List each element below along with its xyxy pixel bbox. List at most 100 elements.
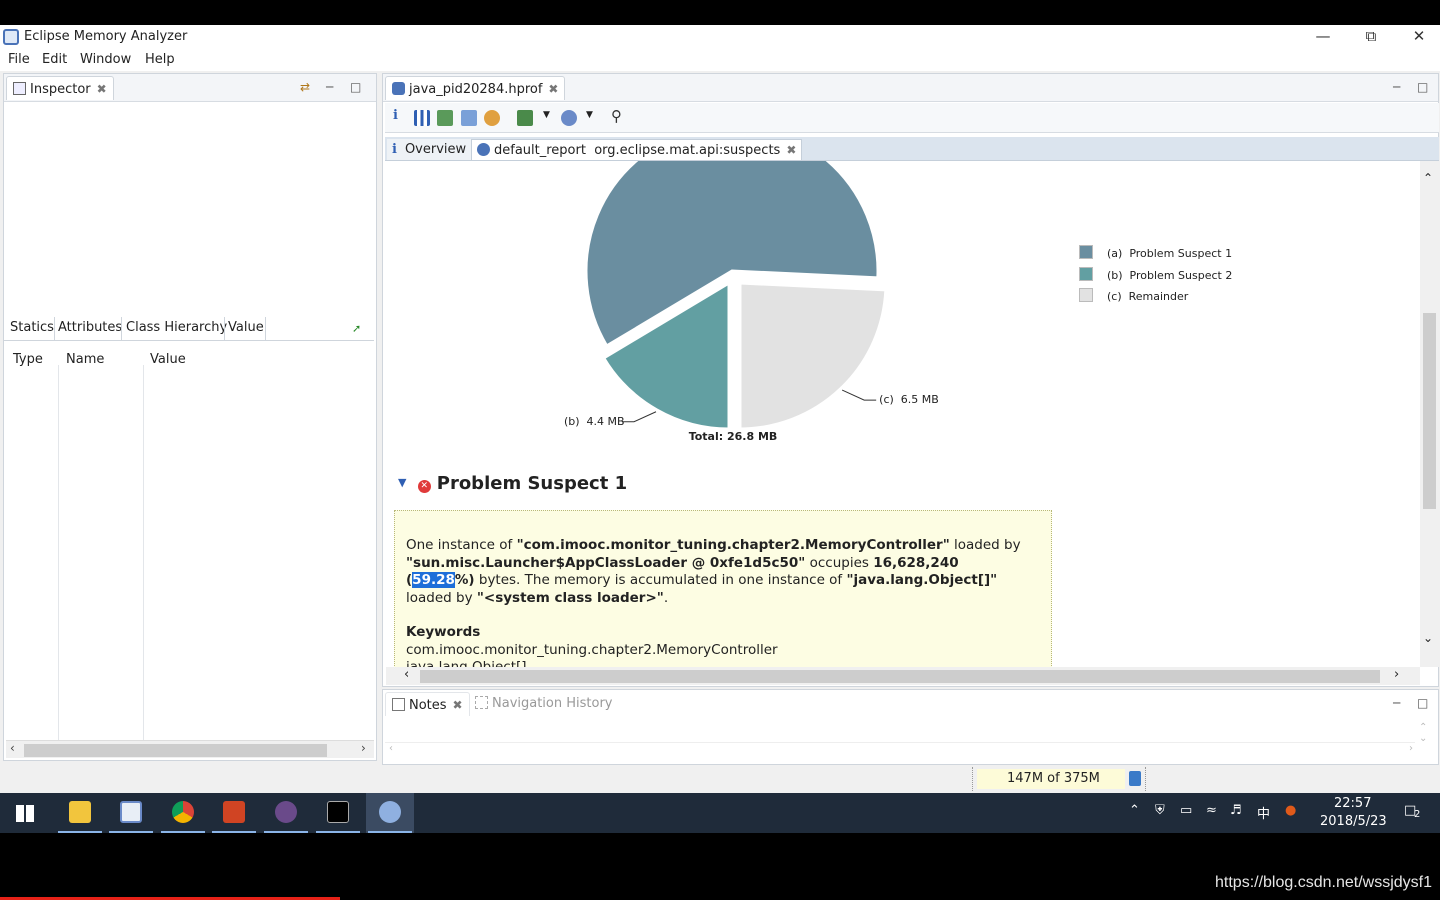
thread-overview-icon[interactable]: [484, 110, 500, 126]
histogram-icon[interactable]: [414, 110, 430, 126]
chevron-down-icon[interactable]: ▼: [543, 110, 550, 120]
search-icon[interactable]: ⚲: [611, 107, 622, 125]
link-icon[interactable]: ⇄: [300, 80, 310, 94]
notes-tab[interactable]: Notes ✖: [385, 692, 470, 716]
scroll-down-icon[interactable]: ⌄: [1423, 631, 1433, 645]
oql-icon[interactable]: [461, 110, 477, 126]
taskbar-terminal[interactable]: [314, 793, 362, 833]
taskbar-file-explorer[interactable]: [56, 793, 104, 833]
maximize-icon[interactable]: □: [1417, 696, 1428, 710]
clock-date[interactable]: 2018/5/23: [1320, 814, 1387, 829]
taskbar-eclipse[interactable]: [262, 793, 310, 833]
column-type[interactable]: Type: [13, 352, 43, 367]
scroll-up-icon[interactable]: ⌃: [1423, 171, 1433, 185]
start-windows-icon[interactable]: [16, 805, 34, 822]
tab-value[interactable]: Value: [228, 320, 264, 335]
report-hscrollbar[interactable]: ‹ ›: [386, 667, 1420, 685]
dominator-tree-icon[interactable]: [437, 110, 453, 126]
clock-time[interactable]: 22:57: [1334, 796, 1371, 811]
pin-icon[interactable]: ➚: [352, 322, 361, 335]
ime-indicator[interactable]: 中: [1257, 803, 1270, 822]
notes-hscrollbar[interactable]: ‹ ›: [385, 742, 1415, 756]
inspector-hscrollbar[interactable]: ‹ ›: [6, 740, 374, 758]
query-browser-icon[interactable]: [561, 110, 577, 126]
editor-tab-label: java_pid20284.hprof: [409, 82, 543, 97]
inspector-tab[interactable]: Inspector ✖: [6, 76, 114, 100]
hprof-editor-tab[interactable]: java_pid20284.hprof ✖: [385, 76, 566, 101]
taskbar-memory-analyzer[interactable]: [366, 793, 414, 833]
report-vscrollbar[interactable]: ⌃ ⌄: [1420, 161, 1439, 667]
tab-attributes[interactable]: Attributes: [58, 320, 122, 335]
suspect-loader[interactable]: "sun.misc.Launcher$AppClassLoader @ 0xfe…: [406, 555, 805, 571]
desc-text: loaded by: [949, 537, 1021, 553]
sogou-icon[interactable]: ●: [1285, 803, 1296, 818]
inspector-tab-label: Inspector: [30, 82, 91, 97]
menu-edit[interactable]: Edit: [42, 52, 67, 67]
scroll-thumb[interactable]: [420, 670, 1380, 683]
chart-legend: (a) Problem Suspect 1 (b) Problem Suspect…: [1079, 245, 1279, 325]
powerpoint-icon: [223, 801, 245, 823]
memory-analyzer-icon: [379, 801, 401, 823]
inspector-icon: [13, 82, 26, 95]
close-icon[interactable]: ✖: [786, 140, 796, 161]
wifi-icon[interactable]: ≈: [1206, 803, 1217, 818]
trash-icon[interactable]: [1129, 771, 1141, 786]
leader-line: [841, 389, 877, 401]
taskbar-chrome[interactable]: [159, 793, 207, 833]
inspector-tab-header: Inspector ✖ ⇄ ─ □: [4, 74, 376, 102]
shield-icon[interactable]: ⛨: [1155, 803, 1165, 818]
close-icon[interactable]: ✖: [453, 693, 463, 717]
run-report-icon[interactable]: [517, 110, 533, 126]
suspect-object[interactable]: "java.lang.Object[]": [846, 572, 997, 588]
system-loader: "<system class loader>": [476, 589, 664, 606]
column-name[interactable]: Name: [66, 352, 104, 367]
menu-file[interactable]: File: [8, 52, 30, 67]
minimize-icon[interactable]: ─: [1393, 80, 1400, 94]
info-icon[interactable]: i: [393, 108, 398, 123]
menu-window[interactable]: Window: [80, 52, 131, 67]
legend-label: (b) Problem Suspect 2: [1107, 268, 1233, 282]
maximize-icon[interactable]: □: [1417, 80, 1428, 94]
window-title: Eclipse Memory Analyzer: [24, 29, 188, 44]
close-icon[interactable]: ✖: [548, 77, 558, 101]
suspect-class[interactable]: "com.imooc.monitor_tuning.chapter2.Memor…: [517, 537, 950, 553]
suspect-description-box: One instance of "com.imooc.monitor_tunin…: [394, 510, 1052, 667]
minimize-icon[interactable]: ─: [1393, 696, 1400, 710]
scroll-left-icon[interactable]: ‹: [404, 667, 409, 682]
heap-status[interactable]: 147M of 375M: [972, 767, 1146, 791]
scroll-thumb[interactable]: [24, 744, 327, 757]
minimize-window-button[interactable]: —: [1300, 25, 1346, 49]
taskbar-notepad[interactable]: [107, 793, 155, 833]
close-icon[interactable]: ✖: [97, 77, 107, 101]
scroll-right-icon[interactable]: ›: [1394, 667, 1399, 682]
battery-icon[interactable]: ▭: [1180, 803, 1192, 818]
editor-subtabs: i Overview default_report org.eclipse.mat…: [385, 137, 1439, 161]
restore-window-button[interactable]: ⧉: [1348, 25, 1394, 49]
app-icon: [3, 29, 19, 45]
watermark: https://blog.csdn.net/wssjdysf1: [1215, 874, 1432, 891]
close-window-button[interactable]: ✕: [1396, 25, 1440, 49]
tab-class-hierarchy[interactable]: Class Hierarchy: [126, 320, 227, 335]
menu-help[interactable]: Help: [145, 52, 175, 67]
minimize-icon[interactable]: ─: [326, 80, 333, 94]
desc-text: occupies: [805, 554, 874, 571]
notes-vscrollbar[interactable]: ⌃ ⌄: [1419, 722, 1437, 744]
suspect-heading: ▼ ✕ Problem Suspect 1: [398, 473, 627, 494]
history-icon: [475, 696, 488, 709]
tab-default-report[interactable]: default_report org.eclipse.mat.api:suspe…: [471, 139, 803, 161]
tab-statics[interactable]: Statics: [10, 320, 54, 335]
collapse-triangle-icon[interactable]: ▼: [398, 476, 406, 489]
taskbar-powerpoint[interactable]: [210, 793, 258, 833]
tray-expand-icon[interactable]: ⌃: [1129, 803, 1140, 818]
tab-overview[interactable]: i Overview: [387, 139, 473, 160]
volume-icon[interactable]: ♬: [1230, 803, 1242, 818]
column-value[interactable]: Value: [150, 352, 186, 367]
chevron-down-icon[interactable]: ▼: [586, 110, 593, 120]
maximize-icon[interactable]: □: [350, 80, 361, 94]
legend-swatch: [1079, 245, 1093, 259]
navigation-history-tab[interactable]: Navigation History: [475, 696, 613, 711]
desktop-screen: Eclipse Memory Analyzer — ⧉ ✕ File Edit …: [0, 25, 1440, 833]
database-icon: [392, 82, 405, 95]
scroll-thumb[interactable]: [1423, 313, 1436, 509]
selected-percent[interactable]: 59.28: [412, 572, 455, 588]
